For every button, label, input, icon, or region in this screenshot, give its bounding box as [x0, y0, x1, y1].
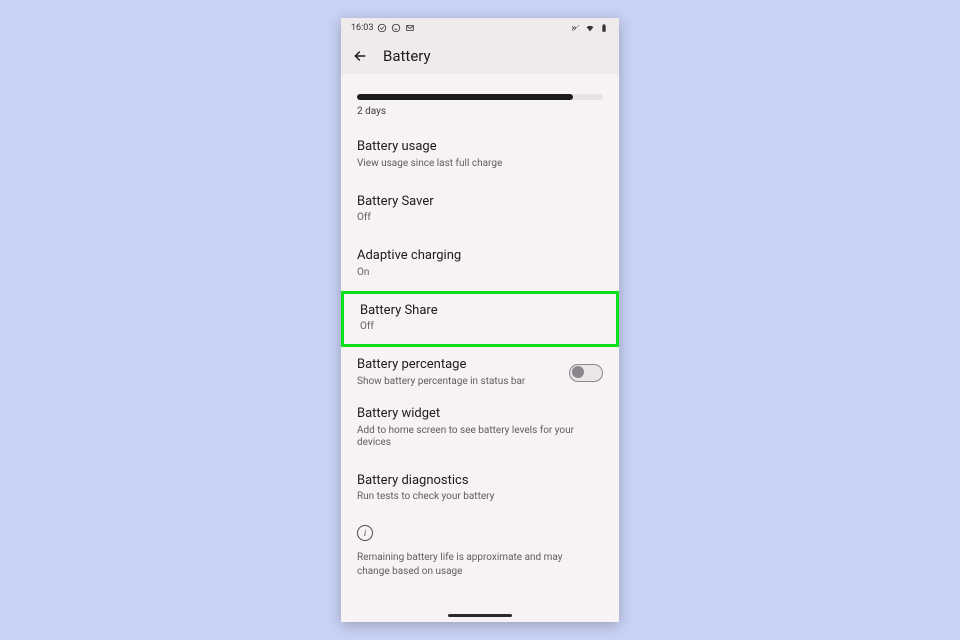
wifi-icon	[585, 23, 595, 33]
vibrate-icon	[571, 23, 581, 33]
toggle-knob	[572, 366, 584, 378]
info-icon: i	[357, 525, 373, 541]
item-subtitle: View usage since last full charge	[357, 158, 603, 170]
item-title: Adaptive charging	[357, 248, 603, 264]
item-battery-saver[interactable]: Battery Saver Off	[357, 182, 603, 237]
status-clock: 16:03	[351, 23, 373, 33]
item-subtitle: Run tests to check your battery	[357, 491, 603, 503]
battery-full-icon	[599, 23, 609, 33]
status-bar: 16:03	[341, 18, 619, 38]
back-button[interactable]	[351, 47, 369, 65]
item-title: Battery widget	[357, 406, 603, 422]
battery-estimate-bar	[357, 94, 603, 100]
footer-text: Remaining battery life is approximate an…	[357, 551, 577, 578]
item-subtitle: Show battery percentage in status bar	[357, 376, 525, 388]
item-title: Battery percentage	[357, 357, 525, 373]
item-title: Battery Saver	[357, 194, 603, 210]
content-scroll[interactable]: 2 days Battery usage View usage since la…	[341, 74, 619, 622]
status-right	[571, 23, 609, 33]
item-adaptive-charging[interactable]: Adaptive charging On	[357, 236, 603, 291]
clipped-header-fragment	[357, 74, 603, 80]
item-subtitle: On	[357, 267, 603, 279]
item-title: Battery diagnostics	[357, 473, 603, 489]
status-left: 16:03	[351, 23, 415, 33]
whatsapp-icon	[391, 23, 401, 33]
check-circle-icon	[377, 23, 387, 33]
item-subtitle: Add to home screen to see battery levels…	[357, 425, 603, 449]
gmail-icon	[405, 23, 415, 33]
battery-percentage-toggle[interactable]	[569, 364, 603, 382]
app-bar: Battery	[341, 38, 619, 74]
item-battery-share[interactable]: Battery Share Off	[360, 303, 600, 334]
arrow-left-icon	[352, 48, 368, 64]
item-subtitle: Off	[360, 321, 600, 333]
page-title: Battery	[383, 47, 431, 65]
item-title: Battery Share	[360, 303, 600, 319]
item-battery-percentage[interactable]: Battery percentage Show battery percenta…	[357, 347, 603, 400]
item-title: Battery usage	[357, 139, 603, 155]
item-battery-widget[interactable]: Battery widget Add to home screen to see…	[357, 400, 603, 461]
item-subtitle: Off	[357, 212, 603, 224]
item-battery-usage[interactable]: Battery usage View usage since last full…	[357, 127, 603, 182]
battery-estimate-fill	[357, 94, 573, 100]
phone-frame: 16:03 Battery	[341, 18, 619, 622]
footer-note: i Remaining battery life is approximate …	[341, 515, 619, 578]
battery-estimate-label: 2 days	[357, 106, 603, 117]
highlight-box: Battery Share Off	[341, 291, 619, 348]
item-battery-diagnostics[interactable]: Battery diagnostics Run tests to check y…	[357, 461, 603, 516]
gesture-nav-bar[interactable]	[448, 614, 512, 617]
